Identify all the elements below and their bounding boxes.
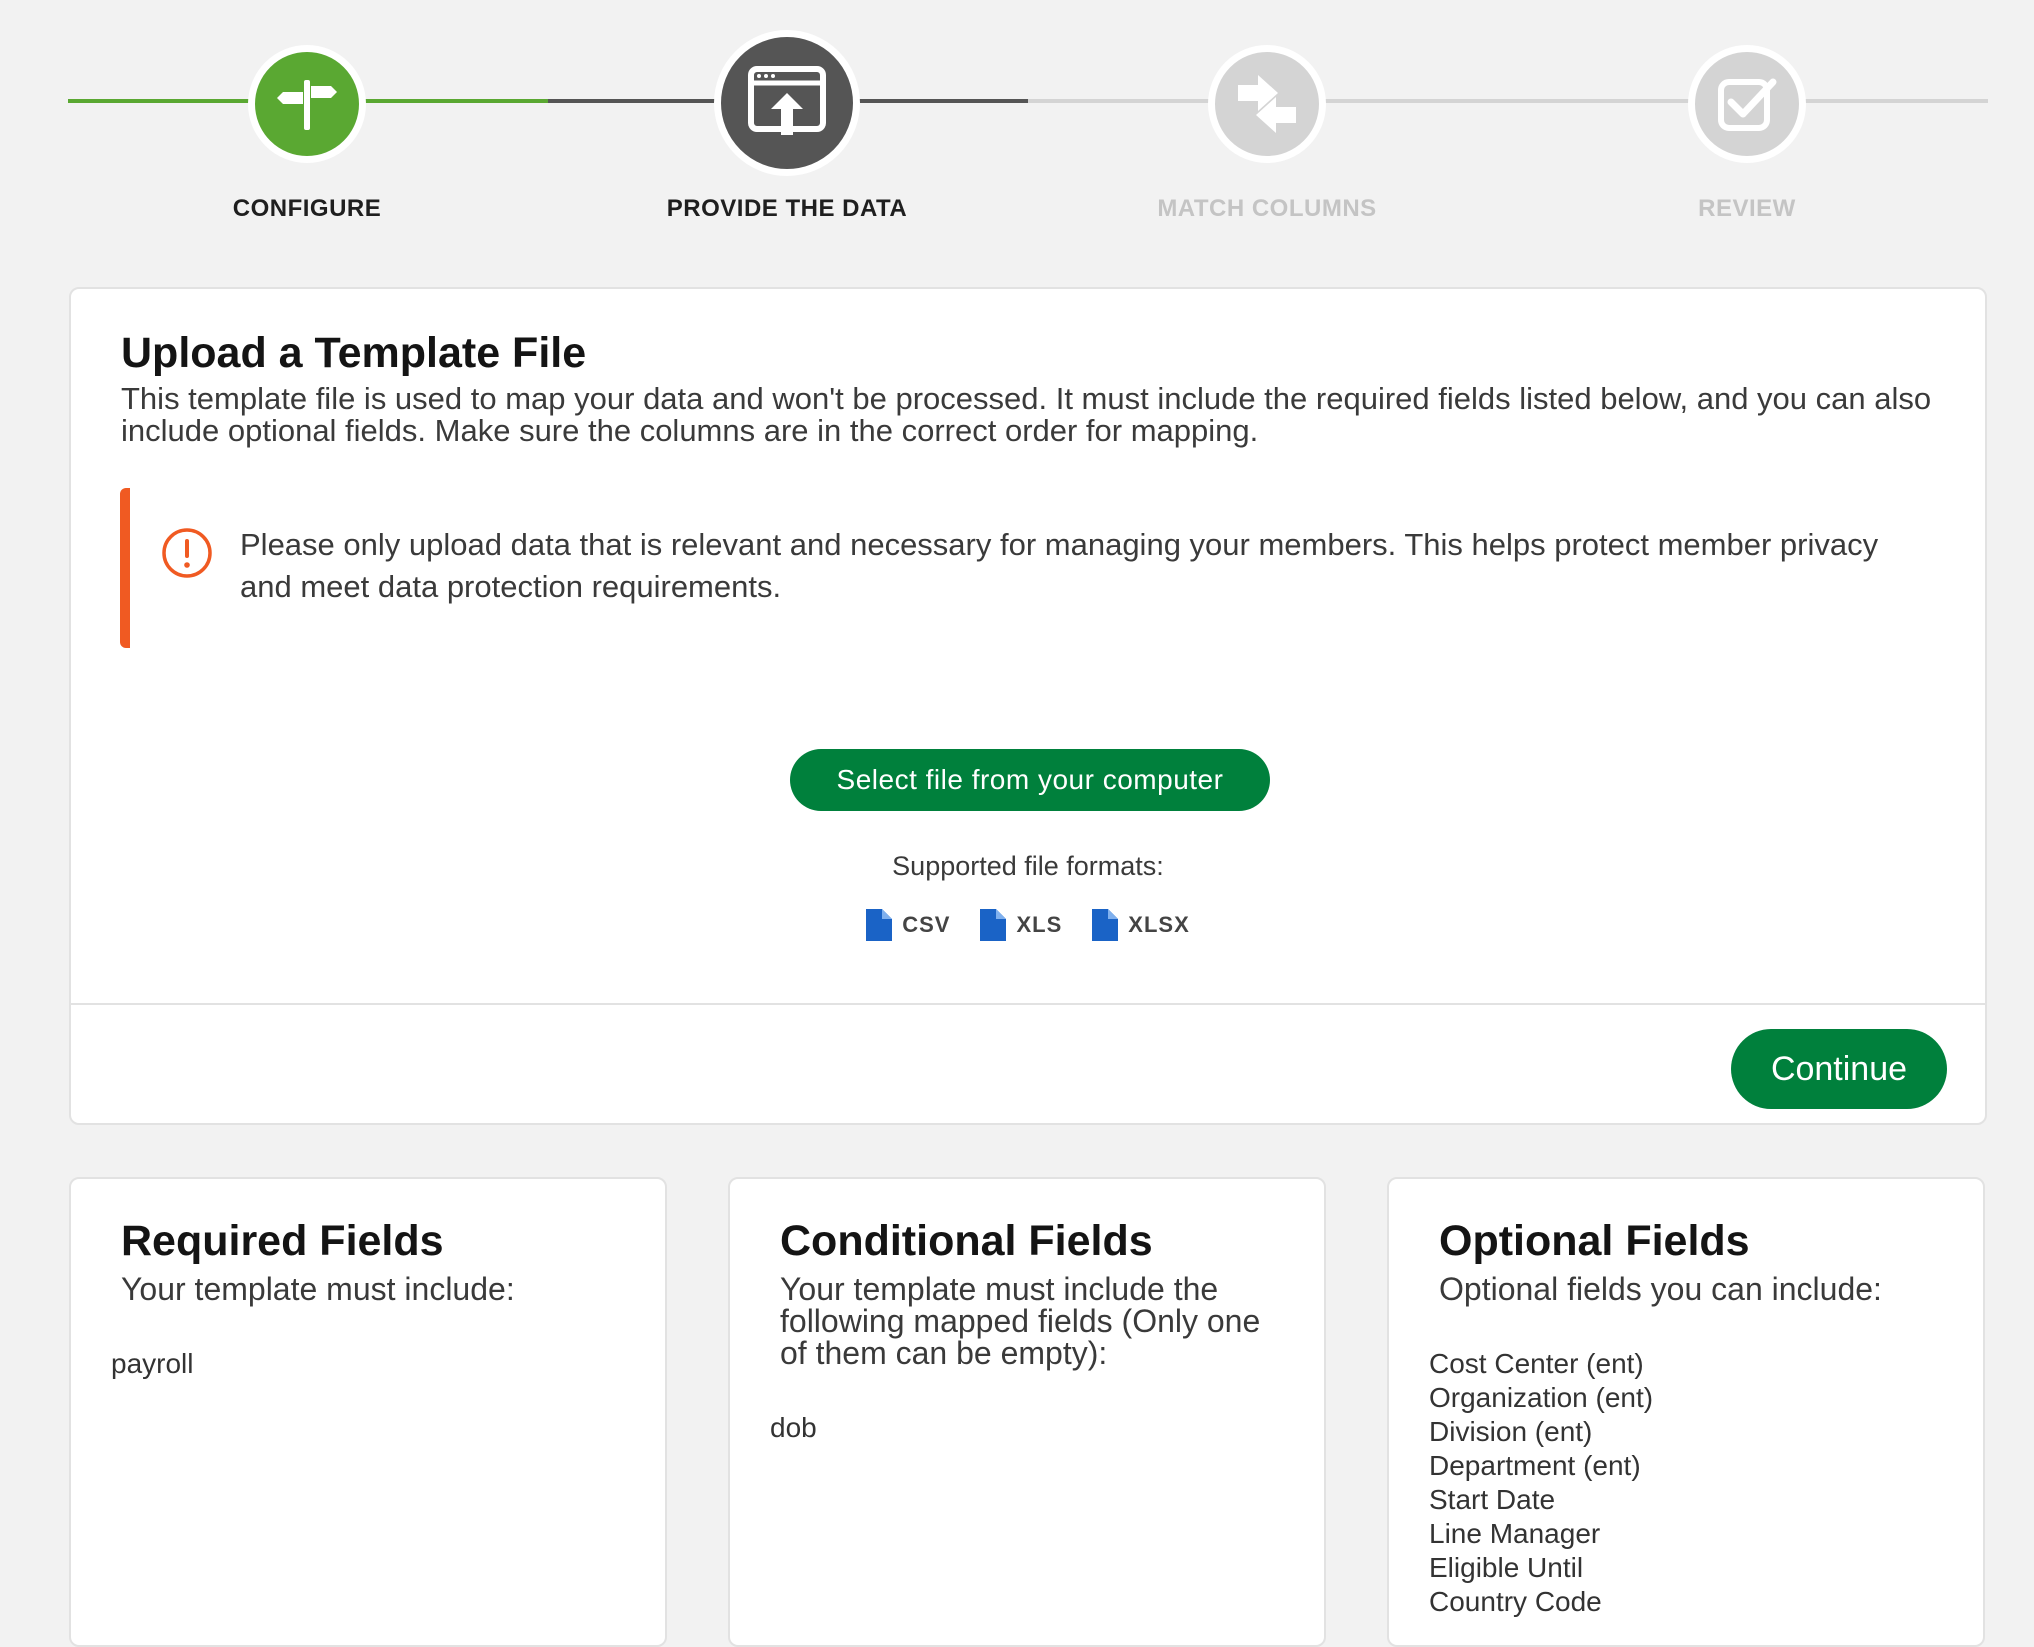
step-configure-circle [248, 45, 366, 163]
card-divider [71, 1003, 1985, 1005]
step-match-columns-circle [1208, 45, 1326, 163]
format-label: XLSX [1128, 912, 1190, 937]
format-label: XLS [1016, 912, 1063, 937]
format-xls: XLS [980, 909, 1062, 941]
optional-fields-card: Optional Fields Optional fields you can … [1387, 1177, 1985, 1647]
file-icon [980, 909, 1007, 941]
signpost-icon [277, 80, 337, 130]
list-item: Cost Center (ent) [1429, 1348, 1644, 1379]
supported-formats-list: CSV XLS XLSX [71, 909, 1985, 941]
swap-arrows-icon [1238, 75, 1296, 133]
upload-description: This template file is used to map your d… [121, 381, 1932, 448]
warning-icon [162, 528, 212, 578]
list-item: Eligible Until [1429, 1552, 1584, 1583]
format-label: CSV [902, 912, 951, 937]
optional-fields-subtitle: Optional fields you can include: [1439, 1271, 1882, 1307]
list-item: payroll [111, 1348, 194, 1379]
file-icon [1092, 909, 1119, 941]
upload-card: Upload a Template File This template fil… [69, 287, 1987, 1125]
stepper-track-pending [1028, 99, 1988, 103]
required-fields-list: payroll [111, 1347, 193, 1381]
list-item: Organization (ent) [1429, 1382, 1654, 1413]
privacy-notice: Please only upload data that is relevant… [120, 488, 1930, 648]
step-review-label: REVIEW [1698, 195, 1796, 222]
conditional-fields-title: Conditional Fields [780, 1217, 1153, 1265]
file-icon [866, 909, 893, 941]
format-csv: CSV [866, 909, 950, 941]
optional-fields-title: Optional Fields [1439, 1217, 1750, 1265]
list-item: Department (ent) [1429, 1450, 1641, 1481]
upload-screen-icon [748, 66, 826, 135]
list-item: Division (ent) [1429, 1416, 1593, 1447]
optional-fields-list: Cost Center (ent) Organization (ent) Div… [1429, 1347, 1653, 1619]
step-provide-data-circle [714, 30, 860, 176]
checkbox-icon [1718, 78, 1777, 131]
conditional-fields-subtitle: Your template must include the following… [780, 1271, 1261, 1371]
list-item: dob [770, 1412, 817, 1443]
format-xlsx: XLSX [1092, 909, 1189, 941]
notice-text: Please only upload data that is relevant… [240, 527, 1879, 604]
supported-formats-label: Supported file formats: [892, 851, 1164, 881]
step-match-columns-label: MATCH COLUMNS [1157, 195, 1377, 222]
conditional-fields-card: Conditional Fields Your template must in… [728, 1177, 1326, 1647]
step-configure-label: CONFIGURE [232, 195, 382, 222]
list-item: Country Code [1429, 1586, 1602, 1617]
list-item: Start Date [1429, 1484, 1556, 1515]
required-fields-card: Required Fields Your template must inclu… [69, 1177, 667, 1647]
upload-title: Upload a Template File [121, 329, 587, 377]
required-fields-title: Required Fields [121, 1217, 444, 1265]
select-file-button[interactable]: Select file from your computer [790, 749, 1270, 811]
step-provide-data-label: PROVIDE THE DATA [666, 195, 908, 222]
list-item: Line Manager [1429, 1518, 1601, 1549]
step-review-circle [1688, 45, 1806, 163]
conditional-fields-list: dob [770, 1411, 817, 1445]
progress-stepper: CONFIGURE PROVIDE THE DATA MATCH COLUMNS [0, 0, 2034, 240]
required-fields-subtitle: Your template must include: [121, 1271, 515, 1307]
continue-button[interactable]: Continue [1731, 1029, 1947, 1109]
